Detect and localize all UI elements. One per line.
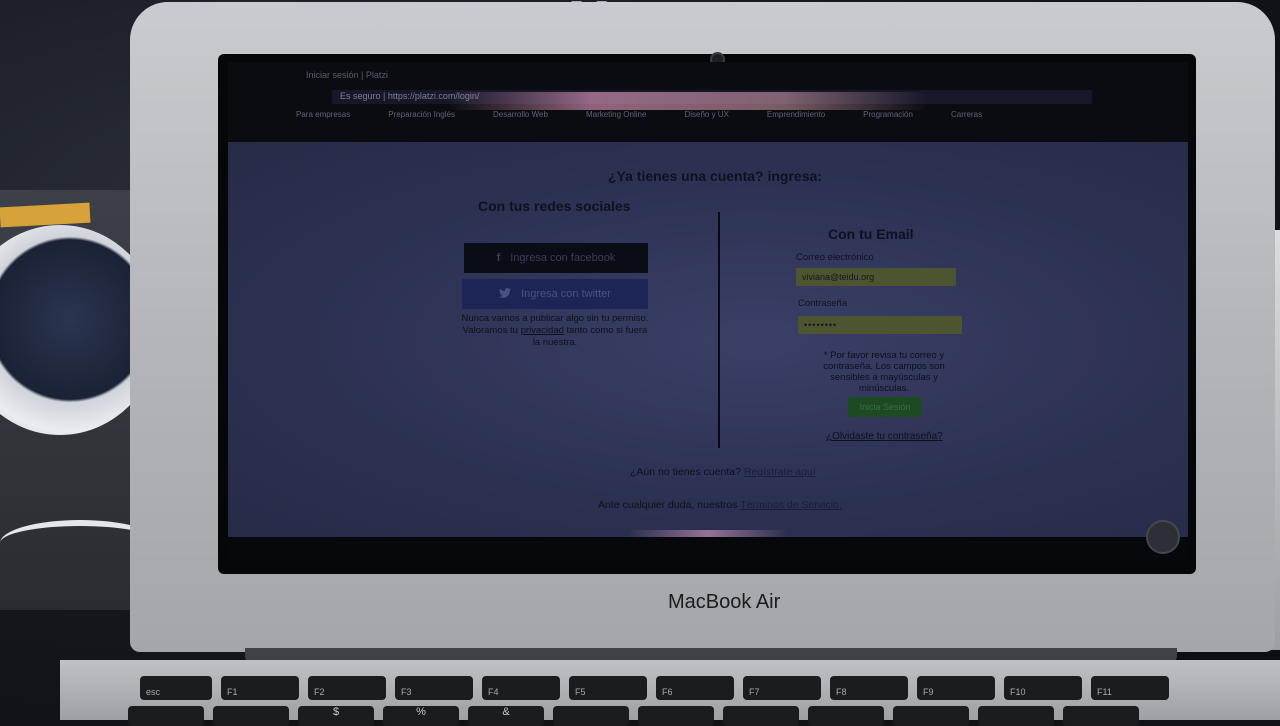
twitter-icon	[499, 287, 512, 301]
keyboard-key[interactable]	[1063, 706, 1139, 726]
keyboard-key[interactable]	[128, 706, 204, 726]
keyboard-key[interactable]	[808, 706, 884, 726]
chat-icon[interactable]	[1146, 520, 1180, 554]
login-page: ¿Ya tienes una cuenta? ingresa: Con tus …	[228, 142, 1188, 537]
laptop-screen: Iniciar sesión | Platzi Es seguro | http…	[228, 62, 1188, 560]
twitter-button-label: Ingresa con twitter	[521, 288, 611, 300]
keyboard-key[interactable]: %	[383, 706, 459, 726]
social-login-section: Con tus redes sociales	[468, 198, 668, 214]
privacy-note: Nunca vamos a publicar algo sin tu permi…	[460, 313, 650, 349]
terms-link[interactable]: Términos de Servicio.	[740, 499, 842, 511]
password-input[interactable]	[798, 316, 962, 334]
page-title: ¿Ya tienes una cuenta? ingresa:	[608, 168, 822, 184]
facebook-icon: f	[496, 252, 501, 264]
nav-item[interactable]: Emprendimiento	[767, 110, 825, 126]
keyboard-key[interactable]: &	[468, 706, 544, 726]
signup-prompt: ¿Aún no tienes cuenta? Regístrate aquí	[630, 466, 816, 478]
site-nav: Para empresas Preparación Inglés Desarro…	[296, 110, 1096, 126]
keyboard-key[interactable]: esc	[140, 676, 212, 700]
keyboard-key[interactable]: F11	[1091, 676, 1169, 700]
keyboard-key[interactable]: F2	[308, 676, 386, 700]
browser-tab[interactable]: Iniciar sesión | Platzi	[306, 70, 388, 80]
nav-item[interactable]: Preparación Inglés	[388, 110, 455, 126]
signup-link[interactable]: Regístrate aquí	[744, 466, 816, 478]
browser-chrome: Iniciar sesión | Platzi Es seguro | http…	[228, 62, 1188, 142]
facebook-login-button[interactable]: f Ingresa con facebook	[464, 243, 648, 273]
keyboard-key[interactable]: F7	[743, 676, 821, 700]
error-message: * Por favor revisa tu correo y contraseñ…	[823, 350, 945, 394]
nav-item[interactable]: Marketing Online	[586, 110, 646, 126]
keyboard-key[interactable]: F6	[656, 676, 734, 700]
nav-item[interactable]: Diseño y UX	[684, 110, 728, 126]
twitter-login-button[interactable]: Ingresa con twitter	[462, 279, 648, 309]
forgot-text: ¿Olvidaste tu	[826, 431, 888, 442]
laptop-brand-label: MacBook Air	[668, 591, 781, 613]
password-label: Contraseña	[798, 298, 848, 309]
keyboard-key[interactable]	[553, 706, 629, 726]
signup-text: ¿Aún no tienes cuenta?	[630, 466, 744, 478]
login-button[interactable]: Inicia Sesión	[848, 397, 922, 417]
screen-glare	[448, 92, 928, 110]
terms-note: Ante cualquier duda, nuestros Términos d…	[598, 499, 842, 511]
email-label: Correo electrónico	[796, 252, 874, 263]
nav-item[interactable]: Desarrollo Web	[493, 110, 548, 126]
keyboard-key[interactable]: F10	[1004, 676, 1082, 700]
number-key-row: $ % &	[128, 706, 1139, 726]
keyboard-key[interactable]: F9	[917, 676, 995, 700]
keyboard-key[interactable]	[213, 706, 289, 726]
keyboard-key[interactable]	[638, 706, 714, 726]
keyboard-key[interactable]	[723, 706, 799, 726]
nav-item[interactable]: Programación	[863, 110, 913, 126]
facebook-button-label: Ingresa con facebook	[510, 252, 616, 264]
keyboard-key[interactable]: F4	[482, 676, 560, 700]
page-footer	[228, 537, 1188, 560]
email-heading: Con tu Email	[828, 226, 914, 242]
keyboard-key[interactable]: F8	[830, 676, 908, 700]
terms-text: Ante cualquier duda, nuestros	[598, 499, 741, 511]
section-divider	[718, 212, 720, 448]
nav-item[interactable]: Para empresas	[296, 110, 350, 126]
email-input[interactable]	[796, 268, 956, 286]
keyboard-key[interactable]: $	[298, 706, 374, 726]
keyboard-key[interactable]	[893, 706, 969, 726]
privacy-link[interactable]: privacidad	[521, 325, 564, 336]
nav-item[interactable]: Carreras	[951, 110, 982, 126]
function-key-row: esc F1 F2 F3 F4 F5 F6 F7 F8 F9 F10 F11	[140, 676, 1169, 700]
forgot-link-text: contraseña?	[887, 431, 943, 442]
keyboard-key[interactable]	[978, 706, 1054, 726]
forgot-password-link[interactable]: ¿Olvidaste tu contraseña?	[826, 431, 943, 442]
social-heading: Con tus redes sociales	[478, 198, 631, 214]
keyboard-key[interactable]: F3	[395, 676, 473, 700]
keyboard-key[interactable]: F5	[569, 676, 647, 700]
keyboard-key[interactable]: F1	[221, 676, 299, 700]
